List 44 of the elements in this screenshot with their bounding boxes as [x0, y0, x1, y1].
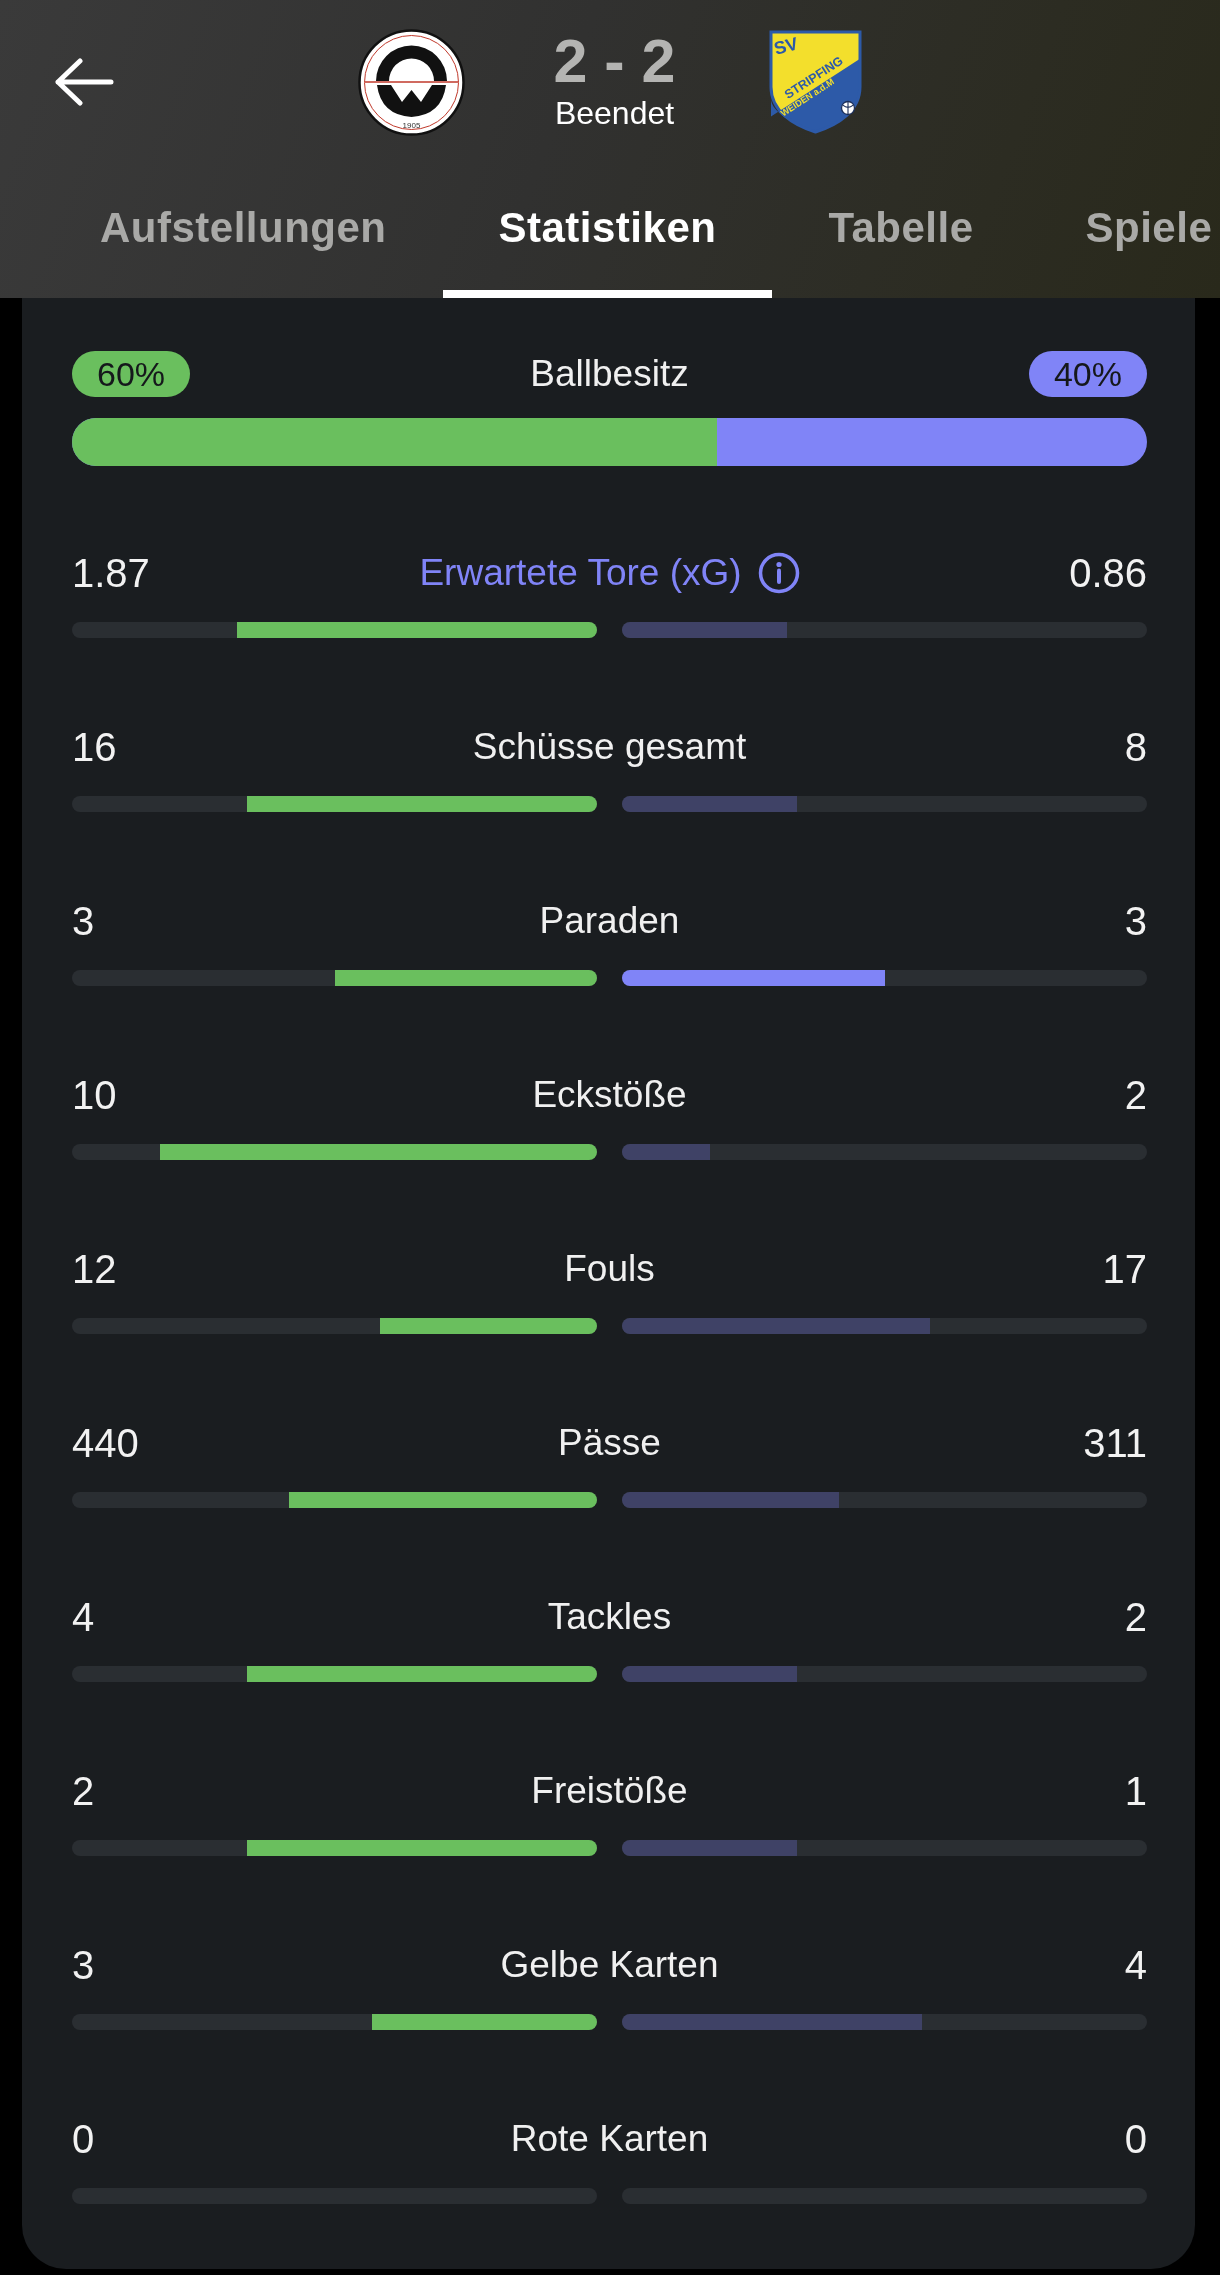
match-score: 2 - 2: [553, 32, 676, 90]
tab[interactable]: Aufstellungen: [44, 164, 443, 298]
stat-value: 3: [72, 1942, 95, 1989]
info-icon: [757, 552, 800, 594]
match-status: Beendet: [554, 94, 675, 132]
possession-badge: 60%: [72, 351, 191, 397]
tab[interactable]: Tabelle: [772, 164, 1030, 298]
stat-label: Tackles: [547, 1595, 672, 1639]
possession-badge: 40%: [1028, 351, 1147, 397]
logo-text: 1905: [402, 120, 420, 130]
stat-info-link[interactable]: Erwartete Tore (xG): [419, 549, 800, 597]
stat-value: 311: [1083, 1420, 1147, 1467]
stat-label: Fouls: [564, 1247, 655, 1291]
stat-value: 0: [1124, 2116, 1147, 2163]
stat-value: 4: [72, 1594, 95, 1641]
stat-value: 1: [1124, 1768, 1147, 1815]
stat-value: 2: [1124, 1594, 1147, 1641]
stat-value: 17: [1102, 1246, 1147, 1293]
stat-value: 0.86: [1069, 550, 1147, 597]
arrow-left-icon: [54, 58, 114, 106]
stat-value: 4: [1124, 1942, 1147, 1989]
stat-label: Freistöße: [531, 1769, 688, 1813]
stat-label: Pässe: [558, 1421, 661, 1465]
stat-label: Schüsse gesamt: [472, 725, 747, 769]
stat-value: 440: [72, 1420, 139, 1467]
stat-value: 2: [1124, 1072, 1147, 1119]
stat-label: Ballbesitz: [530, 352, 689, 396]
stat-value: 10: [72, 1072, 117, 1119]
football-icon: [840, 100, 855, 116]
stat-label: Eckstöße: [532, 1073, 687, 1117]
logo-text: SV: [771, 33, 800, 59]
stat-value: 12: [72, 1246, 117, 1293]
stat-value: 8: [1124, 724, 1147, 771]
stat-value: 1.87: [72, 550, 150, 597]
stat-value: 2: [72, 1768, 95, 1815]
stat-value: 3: [1124, 898, 1147, 945]
stat-label: Rote Karten: [510, 2117, 709, 2161]
stat-label: Gelbe Karten: [500, 1943, 719, 1987]
stat-value: 3: [72, 898, 95, 945]
back-button[interactable]: [54, 58, 114, 106]
tab[interactable]: Spiele: [1029, 164, 1213, 298]
stat-label: Paraden: [539, 899, 680, 943]
stat-value: 16: [72, 724, 117, 771]
stat-value: 0: [72, 2116, 95, 2163]
